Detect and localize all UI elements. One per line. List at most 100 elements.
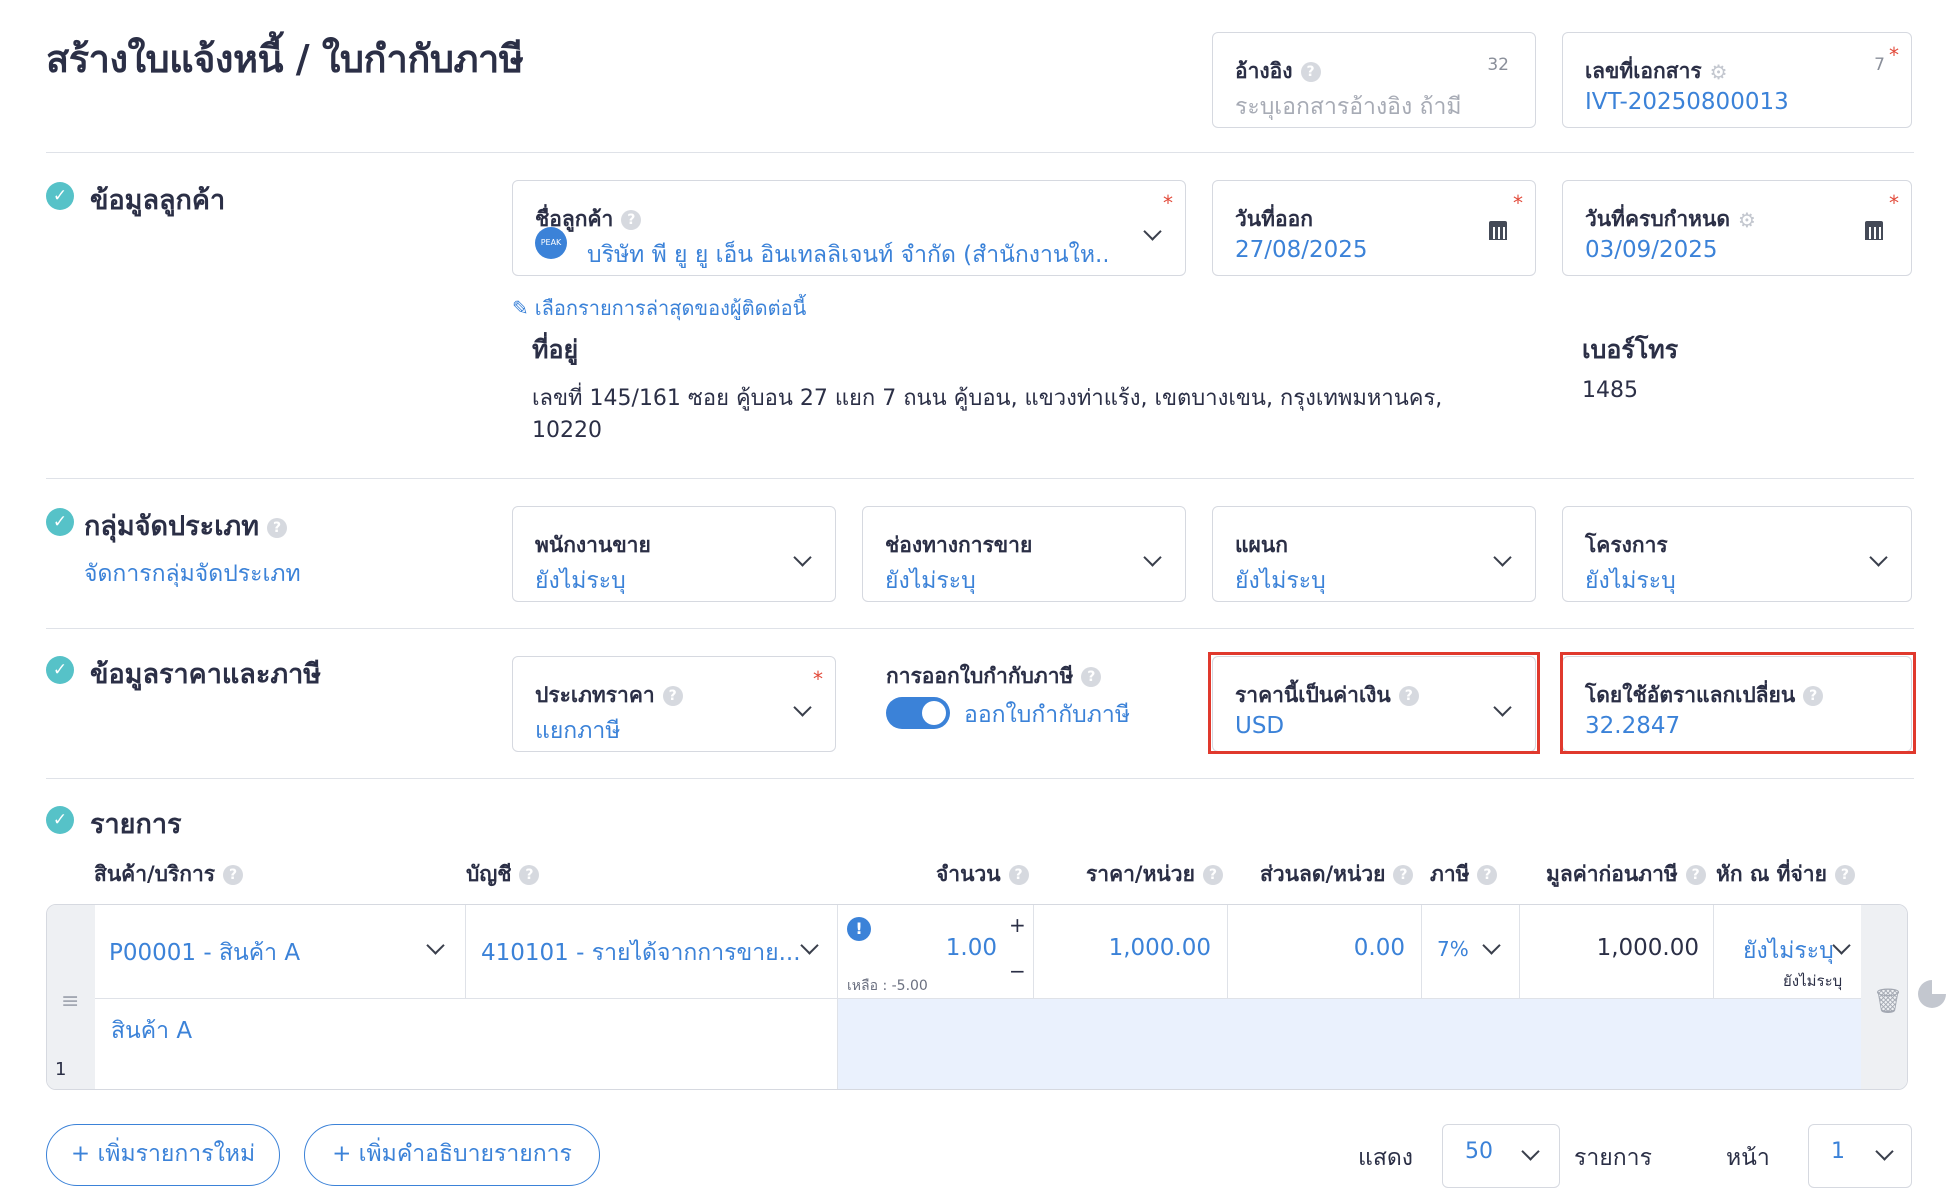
doc-number-input[interactable]: IVT-20250800013 bbox=[1585, 89, 1789, 115]
department-select[interactable]: แผนก ยังไม่ระบุ bbox=[1212, 506, 1536, 602]
row-index: 1 bbox=[55, 1059, 67, 1080]
divider bbox=[46, 478, 1914, 479]
trash-icon[interactable]: 🗑 bbox=[1873, 987, 1903, 1015]
salesperson-value: ยังไม่ระบุ bbox=[535, 568, 626, 594]
items-label: รายการ bbox=[1574, 1145, 1652, 1171]
row-extra-area bbox=[837, 999, 1861, 1089]
recent-contact-link[interactable]: ✎ เลือกรายการล่าสุดของผู้ติดต่อนี้ bbox=[512, 292, 806, 324]
help-icon[interactable]: ? bbox=[519, 865, 540, 885]
due-date-field[interactable]: วันที่ครบกำหนด ⚙ * 03/09/2025 bbox=[1562, 180, 1912, 276]
help-icon[interactable]: ? bbox=[267, 517, 288, 538]
address-line1: เลขที่ 145/161 ซอย คู้บอน 27 แยก 7 ถนน ค… bbox=[532, 386, 1443, 411]
calendar-icon[interactable] bbox=[1865, 221, 1883, 240]
price-type-value: แยกภาษี bbox=[535, 718, 621, 744]
chevron-down-icon[interactable] bbox=[1521, 1142, 1540, 1161]
project-select[interactable]: โครงการ ยังไม่ระบุ bbox=[1562, 506, 1912, 602]
customer-section-title: ข้อมูลลูกค้า bbox=[90, 185, 226, 216]
increment-icon[interactable]: + bbox=[1009, 913, 1026, 937]
exchange-rate-highlight bbox=[1560, 652, 1916, 754]
issue-date-label: วันที่ออก bbox=[1235, 207, 1313, 231]
phone-value: 1485 bbox=[1582, 378, 1638, 403]
chevron-down-icon[interactable] bbox=[426, 936, 445, 955]
chevron-down-icon[interactable] bbox=[1832, 936, 1851, 955]
help-icon[interactable]: ? bbox=[662, 686, 683, 706]
chevron-down-icon[interactable] bbox=[1482, 936, 1501, 955]
pricing-section-title: ข้อมูลราคาและภาษี bbox=[90, 659, 322, 690]
chevron-down-icon[interactable] bbox=[793, 698, 812, 717]
help-icon[interactable]: ? bbox=[1834, 865, 1855, 885]
customer-avatar: PEAK bbox=[535, 227, 567, 259]
department-value: ยังไม่ระบุ bbox=[1235, 568, 1326, 594]
account-select[interactable]: 410101 - รายได้จากการขาย... bbox=[481, 935, 799, 971]
chevron-down-icon[interactable] bbox=[1493, 548, 1512, 567]
chevron-down-icon[interactable] bbox=[1869, 548, 1888, 567]
items-section-title: รายการ bbox=[90, 809, 182, 840]
help-icon[interactable]: ? bbox=[1081, 667, 1102, 687]
calendar-icon[interactable] bbox=[1489, 221, 1507, 240]
decrement-icon[interactable]: − bbox=[1009, 959, 1026, 983]
help-icon[interactable]: ? bbox=[1300, 62, 1321, 82]
required-icon: * bbox=[1889, 43, 1899, 67]
show-label: แสดง bbox=[1358, 1145, 1414, 1171]
check-icon: ✓ bbox=[46, 508, 74, 536]
chevron-down-icon[interactable] bbox=[793, 548, 812, 567]
chevron-down-icon[interactable] bbox=[1143, 222, 1162, 241]
tax-invoice-toggle-label: ออกใบกำกับภาษี bbox=[964, 702, 1130, 728]
customer-name-field[interactable]: ชื่อลูกค้า? * PEAK บริษัท พี ยู ยู เอ็น … bbox=[512, 180, 1186, 276]
price-type-select[interactable]: ประเภทราคา? * แยกภาษี bbox=[512, 656, 836, 752]
due-date-input[interactable]: 03/09/2025 bbox=[1585, 237, 1718, 263]
salesperson-select[interactable]: พนักงานขาย ยังไม่ระบุ bbox=[512, 506, 836, 602]
gear-icon[interactable]: ⚙ bbox=[1710, 60, 1728, 84]
salesperson-label: พนักงานขาย bbox=[535, 533, 651, 557]
gear-icon[interactable]: ⚙ bbox=[1738, 208, 1756, 232]
divider bbox=[46, 628, 1914, 629]
item-description-input[interactable]: สินค้า A bbox=[111, 1013, 192, 1049]
col-withholding: หัก ณ ที่จ่าย bbox=[1716, 862, 1827, 886]
required-icon: * bbox=[1513, 191, 1523, 215]
reference-input[interactable]: ระบุเอกสารอ้างอิง ถ้ามี bbox=[1235, 89, 1462, 125]
address-line2: 10220 bbox=[532, 418, 602, 443]
discount-input[interactable]: 0.00 bbox=[1241, 935, 1405, 961]
warning-icon[interactable]: ! bbox=[847, 917, 871, 941]
sales-channel-select[interactable]: ช่องทางการขาย ยังไม่ระบุ bbox=[862, 506, 1186, 602]
help-icon[interactable]: ? bbox=[1202, 865, 1223, 885]
help-icon[interactable]: ? bbox=[1477, 865, 1498, 885]
page-select[interactable]: 1 bbox=[1808, 1124, 1912, 1188]
phone-label: เบอร์โทร bbox=[1582, 335, 1679, 364]
magic-wand-icon: ✎ bbox=[512, 296, 529, 320]
help-icon[interactable]: ? bbox=[621, 210, 642, 230]
add-description-button[interactable]: + เพิ่มคำอธิบายรายการ bbox=[304, 1124, 600, 1186]
chevron-down-icon[interactable] bbox=[800, 936, 819, 955]
help-icon[interactable]: ? bbox=[1685, 865, 1706, 885]
doc-number-field[interactable]: เลขที่เอกสาร ⚙ 7 * IVT-20250800013 bbox=[1562, 32, 1912, 128]
withholding-sub: ยังไม่ระบุ bbox=[1783, 972, 1843, 990]
page-title: สร้างใบแจ้งหนี้ / ใบกำกับภาษี bbox=[46, 37, 524, 81]
page-size-select[interactable]: 50 bbox=[1442, 1124, 1560, 1188]
help-icon[interactable]: ? bbox=[1393, 865, 1414, 885]
customer-name-select[interactable]: บริษัท พี ยู ยู เอ็น อินเทลลิเจนท์ จำกัด… bbox=[587, 237, 1107, 273]
tax-invoice-toggle[interactable] bbox=[886, 697, 950, 729]
chevron-down-icon[interactable] bbox=[1875, 1142, 1894, 1161]
add-item-button[interactable]: + เพิ่มรายการใหม่ bbox=[46, 1124, 280, 1186]
issue-date-field[interactable]: วันที่ออก * 27/08/2025 bbox=[1212, 180, 1536, 276]
address-label: ที่อยู่ bbox=[532, 335, 579, 364]
check-icon: ✓ bbox=[46, 182, 74, 210]
help-icon[interactable]: ? bbox=[223, 865, 244, 885]
classification-section-title: กลุ่มจัดประเภท bbox=[84, 511, 260, 542]
help-icon[interactable]: ? bbox=[1008, 865, 1029, 885]
pre-tax-value: 1,000.00 bbox=[1596, 935, 1699, 961]
drag-handle-icon[interactable]: ≡ bbox=[61, 989, 79, 1014]
tax-select[interactable]: 7% bbox=[1437, 937, 1469, 961]
withholding-select[interactable]: ยังไม่ระบุ bbox=[1743, 933, 1834, 969]
product-select[interactable]: P00001 - สินค้า A bbox=[109, 935, 300, 971]
sales-channel-value: ยังไม่ระบุ bbox=[885, 568, 976, 594]
manage-classification-link[interactable]: จัดการกลุ่มจัดประเภท bbox=[84, 556, 301, 592]
quantity-input[interactable]: 1.00 bbox=[927, 935, 997, 961]
unit-price-input[interactable]: 1,000.00 bbox=[1047, 935, 1211, 961]
currency-highlight bbox=[1208, 652, 1540, 754]
issue-date-input[interactable]: 27/08/2025 bbox=[1235, 237, 1368, 263]
chevron-down-icon[interactable] bbox=[1143, 548, 1162, 567]
reference-field[interactable]: อ้างอิง? 32 ระบุเอกสารอ้างอิง ถ้ามี bbox=[1212, 32, 1536, 128]
pie-chart-icon[interactable] bbox=[1918, 980, 1946, 1008]
col-discount: ส่วนลด/หน่วย bbox=[1260, 862, 1386, 886]
